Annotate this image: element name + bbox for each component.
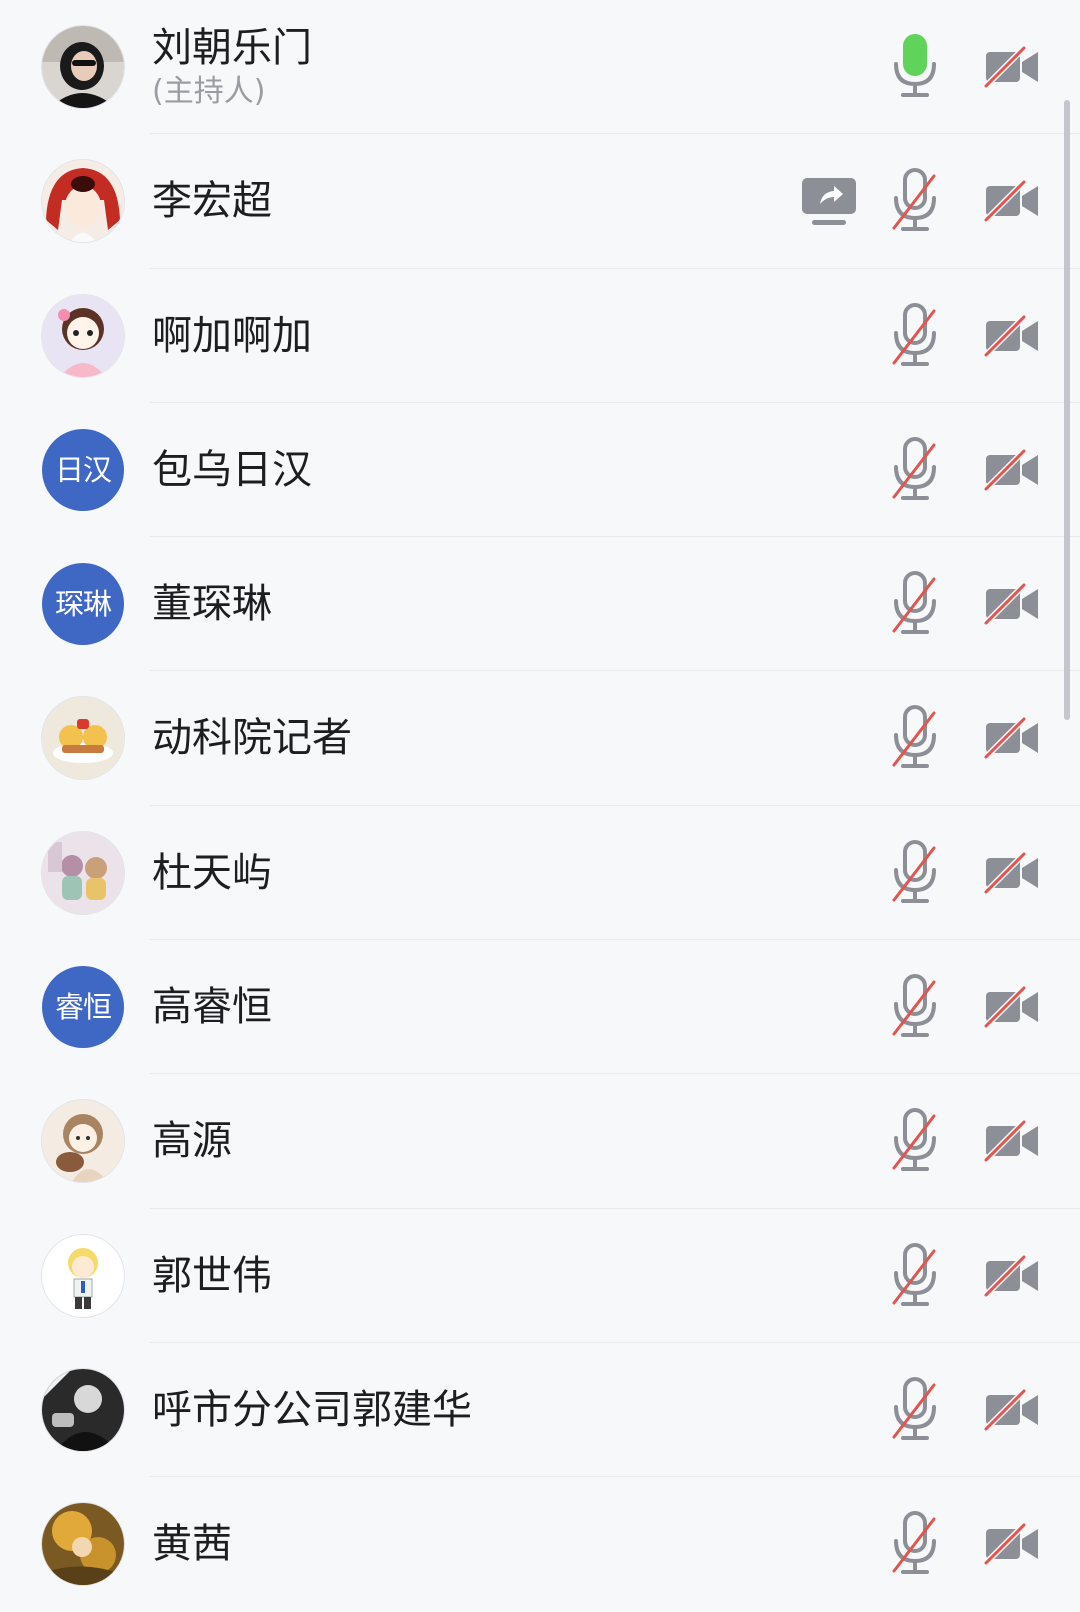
participant-row[interactable]: 琛琳 董琛琳 — [0, 537, 1080, 672]
microphone-muted-icon[interactable] — [890, 168, 940, 234]
microphone-muted-icon[interactable] — [890, 436, 940, 503]
camera-off-icon[interactable] — [984, 850, 1040, 896]
participant-name: 刘朝乐门 — [152, 25, 312, 71]
participant-info: 董琛琳 — [152, 537, 272, 671]
microphone-muted-icon[interactable] — [890, 974, 940, 1040]
avatar: 睿恒 — [42, 966, 124, 1049]
avatar — [42, 697, 124, 780]
camera-off-icon[interactable] — [984, 313, 1040, 359]
participant-info: 高睿恒 — [152, 940, 272, 1074]
participant-row[interactable]: 郭世伟 — [0, 1209, 1080, 1344]
participant-row[interactable]: 啊加啊加 — [0, 269, 1080, 404]
participant-row[interactable]: 动科院记者 — [0, 671, 1080, 807]
participant-info: 包乌日汉 — [152, 403, 312, 537]
camera-off-icon[interactable] — [984, 178, 1040, 224]
participant-name: 高源 — [152, 1118, 232, 1165]
camera-off-icon[interactable] — [984, 715, 1040, 761]
host-label: (主持人) — [152, 74, 266, 109]
camera-off-icon[interactable] — [984, 581, 1040, 627]
scrollbar[interactable] — [1064, 100, 1070, 720]
microphone-icon[interactable] — [890, 34, 940, 100]
participant-row[interactable]: 李宏超 — [0, 134, 1080, 269]
participant-row[interactable]: 刘朝乐门 (主持人) — [0, 0, 1080, 135]
participant-info: 动科院记者 — [152, 671, 352, 805]
avatar — [42, 294, 124, 377]
participant-row[interactable]: 杜天屿 — [0, 806, 1080, 941]
microphone-muted-icon[interactable] — [890, 1511, 940, 1577]
camera-off-icon[interactable] — [984, 1521, 1040, 1567]
avatar — [42, 831, 124, 914]
camera-off-icon[interactable] — [984, 984, 1040, 1030]
participant-list: 刘朝乐门 (主持人) 李宏超 啊加啊加 日汉 包乌日汉 琛琳 董琛琳 动科院记者… — [0, 0, 1080, 1612]
participant-name: 啊加啊加 — [152, 312, 312, 359]
avatar — [42, 1100, 124, 1183]
avatar: 琛琳 — [42, 563, 124, 646]
avatar: 日汉 — [42, 428, 124, 511]
participant-name: 包乌日汉 — [152, 446, 312, 493]
microphone-muted-icon[interactable] — [890, 1376, 940, 1443]
microphone-muted-icon[interactable] — [890, 302, 940, 369]
participant-name: 动科院记者 — [152, 715, 352, 762]
participant-info: 郭世伟 — [152, 1209, 272, 1343]
participant-name: 郭世伟 — [152, 1252, 272, 1299]
participant-info: 黄茜 — [152, 1477, 232, 1611]
participant-info: 杜天屿 — [152, 806, 272, 940]
microphone-muted-icon[interactable] — [890, 571, 940, 637]
microphone-muted-icon[interactable] — [890, 705, 940, 771]
avatar — [42, 160, 124, 243]
participant-info: 高源 — [152, 1074, 232, 1208]
microphone-muted-icon[interactable] — [890, 839, 940, 906]
avatar — [42, 1368, 124, 1451]
participant-name: 呼市分公司郭建华 — [152, 1386, 472, 1433]
participant-name: 李宏超 — [152, 178, 272, 225]
avatar — [42, 1234, 124, 1317]
camera-off-icon[interactable] — [984, 447, 1040, 493]
microphone-muted-icon[interactable] — [890, 1242, 940, 1309]
participant-info: 李宏超 — [152, 134, 272, 268]
avatar — [42, 1503, 124, 1586]
camera-off-icon[interactable] — [984, 1253, 1040, 1299]
participant-name: 杜天屿 — [152, 849, 272, 896]
avatar — [42, 26, 124, 108]
participant-row[interactable]: 黄茜 — [0, 1477, 1080, 1611]
camera-off-icon[interactable] — [984, 1387, 1040, 1433]
camera-off-icon[interactable] — [984, 44, 1040, 90]
participant-info: 刘朝乐门 (主持人) — [152, 0, 312, 134]
participant-info: 啊加啊加 — [152, 269, 312, 403]
camera-off-icon[interactable] — [984, 1118, 1040, 1164]
participant-name: 高睿恒 — [152, 984, 272, 1031]
participant-row[interactable]: 日汉 包乌日汉 — [0, 403, 1080, 538]
screen-share-icon[interactable] — [800, 176, 858, 228]
participant-row[interactable]: 睿恒 高睿恒 — [0, 940, 1080, 1075]
participant-info: 呼市分公司郭建华 — [152, 1343, 472, 1477]
microphone-muted-icon[interactable] — [890, 1108, 940, 1174]
participant-row[interactable]: 呼市分公司郭建华 — [0, 1343, 1080, 1478]
participant-name: 董琛琳 — [152, 581, 272, 628]
participant-name: 黄茜 — [152, 1521, 232, 1568]
participant-row[interactable]: 高源 — [0, 1074, 1080, 1209]
